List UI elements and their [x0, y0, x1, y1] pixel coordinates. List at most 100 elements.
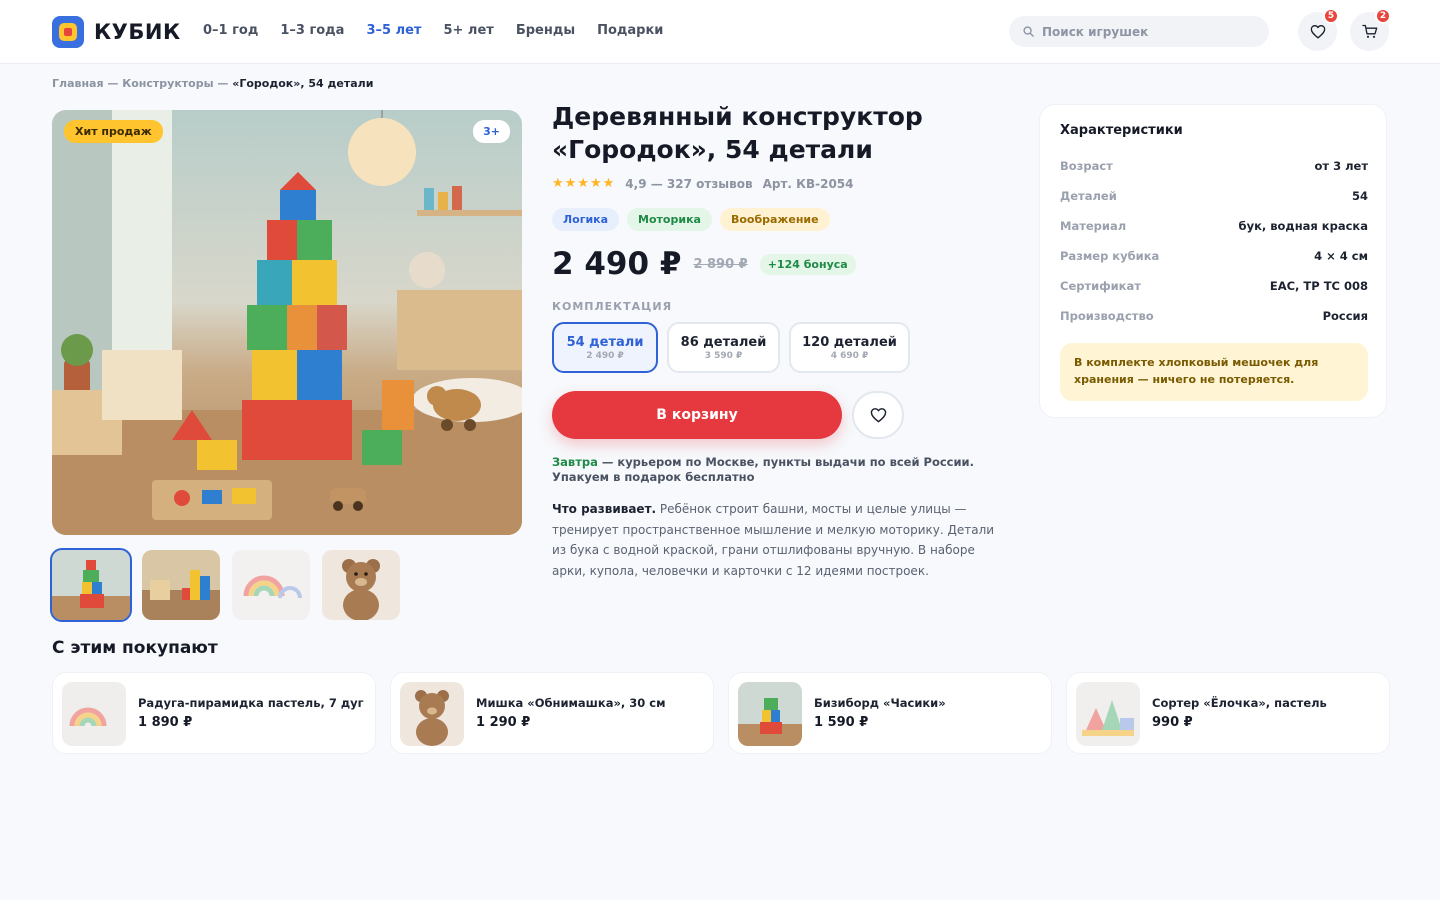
related-price: 1 890 ₽: [138, 715, 193, 730]
search-box[interactable]: [1009, 16, 1269, 47]
skill-tags: Логика Моторика Воображение: [552, 208, 830, 231]
nav-item-0-1[interactable]: 0–1 год: [203, 23, 258, 38]
related-price: 1 590 ₽: [814, 715, 869, 730]
related-card[interactable]: Сортер «Ёлочка», пастель 990 ₽: [1066, 672, 1390, 754]
sorter-image: [1076, 682, 1140, 746]
related-image: [738, 682, 802, 746]
product-photo-illustration: [52, 110, 522, 535]
cart-count-badge: 2: [1375, 8, 1391, 24]
related-name: Мишка «Обнимашка», 30 см: [476, 696, 666, 710]
thumbnail-rainbow-image: [232, 550, 310, 620]
related-card[interactable]: Радуга-пирамидка пастель, 7 дуг 1 890 ₽: [52, 672, 376, 754]
spec-row-certificate: Сертификат EAC, ТР ТС 008: [1060, 279, 1368, 293]
related-image: [62, 682, 126, 746]
rating-summary[interactable]: 4,9 — 327 отзывов: [625, 177, 752, 191]
rainbow-image: [62, 682, 126, 746]
cart-icon: [1361, 24, 1377, 38]
nav-item-1-3[interactable]: 1–3 года: [280, 23, 344, 38]
search-input[interactable]: [1042, 24, 1242, 39]
site-header: КУБИК 0–1 год 1–3 года 3–5 лет 5+ лет Бр…: [0, 0, 1440, 64]
related-products: Радуга-пирамидка пастель, 7 дуг 1 890 ₽ …: [52, 672, 1390, 754]
breadcrumb-constructors[interactable]: Конструкторы: [122, 77, 213, 90]
delivery-text: — курьером по Москве, пункты выдачи по в…: [552, 455, 974, 484]
current-price: 2 490 ₽: [552, 246, 682, 282]
spec-row-cube-size: Размер кубика 4 × 4 см: [1060, 249, 1368, 263]
spec-key: Производство: [1060, 309, 1154, 323]
nav-item-gifts[interactable]: Подарки: [597, 23, 663, 38]
related-price: 990 ₽: [1152, 715, 1193, 730]
breadcrumb-current: «Городок», 54 детали: [232, 77, 374, 90]
add-to-favorites-button[interactable]: [852, 391, 904, 439]
thumbnail-strip: [50, 548, 400, 622]
rating-value: 4,9: [625, 176, 647, 191]
option-price: 3 590 ₽: [704, 350, 743, 361]
thumbnail-bear-image: [322, 550, 400, 620]
nav-item-brands[interactable]: Бренды: [516, 23, 575, 38]
option-86[interactable]: 86 деталей 3 590 ₽: [667, 322, 780, 373]
breadcrumb-separator: —: [217, 77, 229, 90]
spec-key: Материал: [1060, 219, 1127, 233]
bonus-badge: +124 бонуса: [759, 253, 856, 275]
option-name: 120 деталей: [802, 334, 897, 350]
thumbnail-blocks-image: [142, 550, 220, 620]
main-nav: 0–1 год 1–3 года 3–5 лет 5+ лет Бренды П…: [203, 23, 663, 38]
bear-image: [400, 682, 464, 746]
spec-row-parts: Деталей 54: [1060, 189, 1368, 203]
option-54[interactable]: 54 детали 2 490 ₽: [552, 322, 658, 373]
thumbnail-3[interactable]: [232, 550, 310, 620]
nav-item-3-5[interactable]: 3–5 лет: [366, 23, 421, 38]
related-name: Сортер «Ёлочка», пастель: [1152, 696, 1327, 710]
product-title: Деревянный конструктор «Городок», 54 дет…: [552, 102, 923, 164]
thumbnail-4[interactable]: [322, 550, 400, 620]
specs-card: Характеристики Возраст от 3 лет Деталей 54…: [1039, 104, 1387, 418]
rating-row: ★★★★★ 4,9 — 327 отзывов Арт. КВ-2054: [552, 176, 854, 191]
price-row: 2 490 ₽ 2 890 ₽ +124 бонуса: [552, 246, 856, 282]
reviews-count: 327 отзывов: [666, 176, 753, 191]
option-price: 4 690 ₽: [830, 350, 869, 361]
cart-button[interactable]: 2: [1350, 8, 1391, 51]
spec-value: Россия: [1322, 309, 1368, 323]
spec-key: Деталей: [1060, 189, 1117, 203]
favorites-count-badge: 5: [1323, 8, 1339, 24]
related-name: Радуга-пирамидка пастель, 7 дуг: [138, 696, 364, 710]
breadcrumb-home[interactable]: Главная: [52, 77, 104, 90]
delivery-highlight: Завтра: [552, 455, 598, 469]
spec-value: от 3 лет: [1314, 159, 1368, 173]
spec-value: бук, водная краска: [1238, 219, 1368, 233]
busyboard-image: [738, 682, 802, 746]
thumbnail-tower-image: [52, 550, 130, 620]
option-name: 54 детали: [566, 334, 644, 350]
nav-item-5plus[interactable]: 5+ лет: [443, 23, 493, 38]
heart-icon: [1310, 25, 1325, 39]
tag-logic[interactable]: Логика: [552, 208, 620, 231]
product-main-photo[interactable]: Хит продаж 3+: [52, 110, 522, 535]
tag-imagination[interactable]: Воображение: [719, 208, 830, 231]
kit-label: КОМПЛЕКТАЦИЯ: [552, 300, 673, 313]
thumbnail-2[interactable]: [142, 550, 220, 620]
old-price: 2 890 ₽: [693, 256, 748, 272]
specs-title: Характеристики: [1060, 123, 1183, 138]
option-name: 86 деталей: [680, 334, 767, 350]
heart-icon: [870, 408, 886, 423]
logo-text: КУБИК: [94, 20, 181, 44]
spec-row-age: Возраст от 3 лет: [1060, 159, 1368, 173]
logo[interactable]: КУБИК: [52, 16, 181, 48]
thumbnail-1[interactable]: [50, 548, 132, 622]
spec-key: Возраст: [1060, 159, 1113, 173]
tag-motor-skills[interactable]: Моторика: [627, 208, 712, 231]
storage-bag-note: В комплекте хлопковый мешочек для хранен…: [1060, 343, 1368, 401]
related-card[interactable]: Мишка «Обнимашка», 30 см 1 290 ₽: [390, 672, 714, 754]
add-to-cart-button[interactable]: В корзину: [552, 391, 842, 439]
related-title: С этим покупают: [52, 638, 218, 658]
favorites-button[interactable]: 5: [1298, 8, 1339, 51]
related-image: [400, 682, 464, 746]
bestseller-badge: Хит продаж: [64, 120, 163, 143]
spec-key: Размер кубика: [1060, 249, 1160, 263]
related-image: [1076, 682, 1140, 746]
option-120[interactable]: 120 деталей 4 690 ₽: [789, 322, 910, 373]
spec-value: 4 × 4 см: [1314, 249, 1368, 263]
related-name: Бизиборд «Часики»: [814, 696, 946, 710]
description-lead: Что развивает.: [552, 502, 657, 516]
spec-row-origin: Производство Россия: [1060, 309, 1368, 323]
related-card[interactable]: Бизиборд «Часики» 1 590 ₽: [728, 672, 1052, 754]
